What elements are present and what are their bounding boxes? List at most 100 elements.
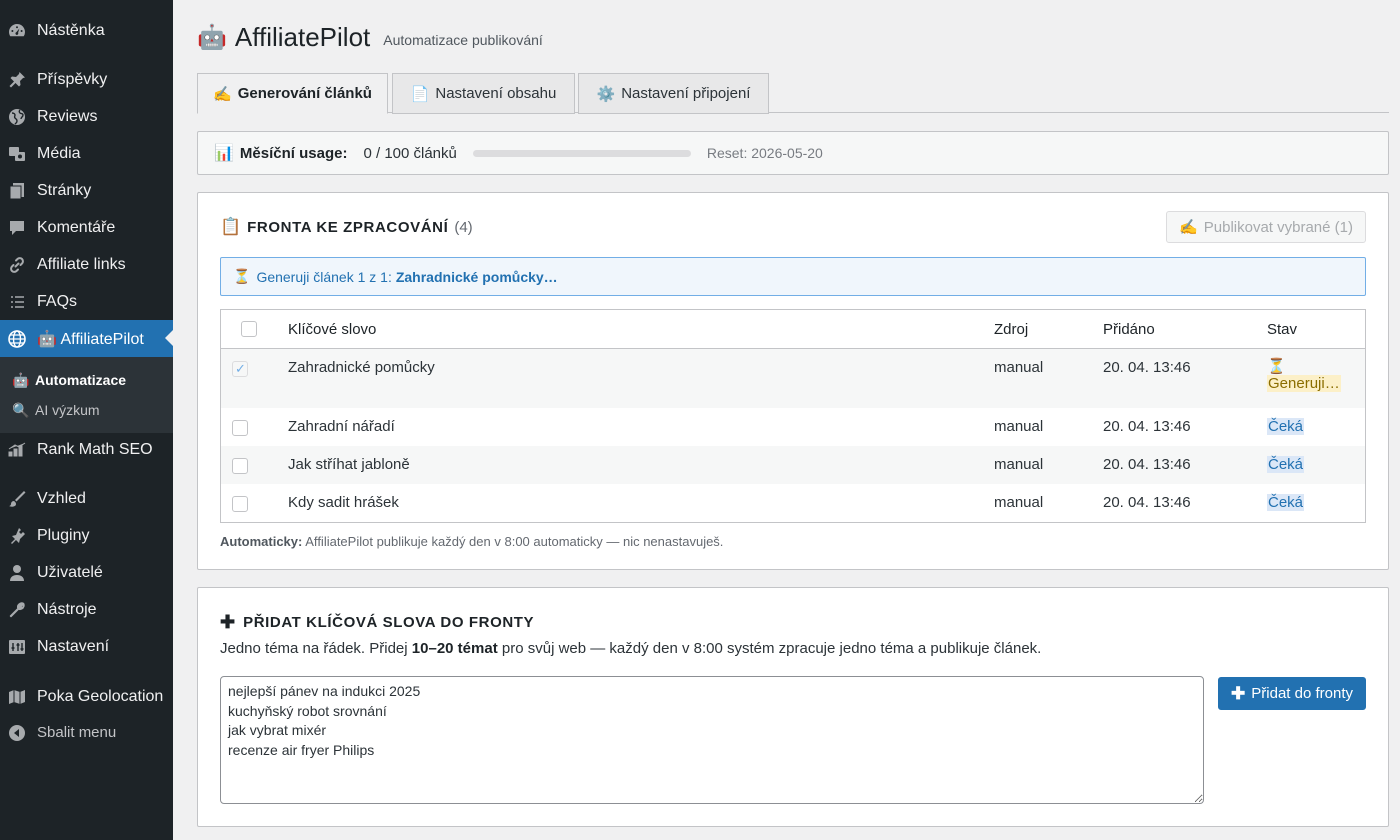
affiliatepilot-submenu: 🤖 Automatizace 🔍 AI výzkum	[0, 357, 173, 433]
keywords-textarea[interactable]: nejlepší pánev na indukci 2025 kuchyňský…	[220, 676, 1204, 804]
tab-nastaveni-pripojeni[interactable]: ⚙️ Nastavení připojení	[578, 73, 769, 114]
media-icon	[6, 143, 28, 165]
menu-item-rank-math[interactable]: Rank Math SEO	[0, 431, 173, 468]
row-source: manual	[994, 494, 1044, 511]
link-icon	[6, 254, 28, 276]
row-source: manual	[994, 456, 1044, 473]
menu-label: Nástěnka	[37, 21, 105, 39]
robot-icon: 🤖	[12, 371, 30, 388]
row-status: ⏳ Generuji…	[1267, 357, 1341, 392]
menu-item-posts[interactable]: Příspěvky	[0, 61, 173, 98]
plugin-icon	[6, 525, 28, 547]
menu-item-plugins[interactable]: Pluginy	[0, 517, 173, 554]
menu-item-dashboard[interactable]: Nástěnka	[0, 12, 173, 49]
document-icon: 📄	[410, 85, 430, 103]
robot-icon: 🤖	[197, 23, 227, 51]
menu-item-pages[interactable]: Stránky	[0, 172, 173, 209]
status-badge: Čeká	[1267, 456, 1305, 473]
menu-label: 🤖 AffiliatePilot	[37, 329, 144, 349]
add-keywords-title: PŘIDAT KLÍČOVÁ SLOVA DO FRONTY	[243, 614, 535, 631]
menu-label: Rank Math SEO	[37, 440, 153, 458]
menu-item-poka-geolocation[interactable]: Poka Geolocation	[0, 678, 173, 715]
menu-label: Nastavení	[37, 637, 110, 655]
row-keyword: Zahradnické pomůcky	[288, 359, 435, 376]
globe-icon	[6, 106, 28, 128]
menu-label: Pluginy	[37, 526, 90, 544]
queue-header: 📋 FRONTA KE ZPRACOVÁNÍ (4)	[220, 217, 473, 237]
table-row: Kdy sadit hrášek manual 20. 04. 13:46 Če…	[221, 484, 1365, 522]
magnifier-icon: 🔍	[12, 401, 30, 418]
automation-note-label: Automaticky:	[220, 534, 303, 549]
row-added: 20. 04. 13:46	[1103, 418, 1191, 435]
menu-label: FAQs	[37, 292, 78, 310]
status-badge: Generuji…	[1267, 375, 1341, 392]
menu-label: Příspěvky	[37, 70, 108, 88]
gear-icon: ⚙️	[596, 85, 616, 103]
table-row: Zahradní nářadí manual 20. 04. 13:46 Ček…	[221, 408, 1365, 446]
row-checkbox[interactable]	[232, 496, 248, 512]
tab-nastaveni-obsahu[interactable]: 📄 Nastavení obsahu	[392, 73, 575, 114]
plus-icon: ✚	[1231, 683, 1246, 703]
row-keyword: Jak stříhat jabloně	[288, 456, 410, 473]
publish-selected-label: Publikovat vybrané (1)	[1203, 218, 1353, 236]
tab-label: Nastavení obsahu	[435, 85, 557, 102]
bar-chart-icon: 📊	[214, 145, 234, 162]
table-row: Jak stříhat jabloně manual 20. 04. 13:46…	[221, 446, 1365, 484]
usage-progress	[472, 149, 691, 157]
generation-notice: ⏳ Generuji článek 1 z 1: Zahradnické pom…	[220, 257, 1366, 296]
submenu-label: Automatizace	[35, 372, 127, 388]
collapse-menu-button[interactable]: Sbalit menu	[0, 714, 173, 751]
row-checkbox[interactable]	[232, 420, 248, 436]
menu-item-reviews[interactable]: Reviews	[0, 98, 173, 135]
desc-post: pro svůj web — každý den v 8:00 systém z…	[501, 640, 1042, 657]
menu-item-settings[interactable]: Nastavení	[0, 628, 173, 665]
menu-item-comments[interactable]: Komentáře	[0, 209, 173, 246]
add-to-queue-button[interactable]: ✚ Přidat do fronty	[1218, 677, 1366, 710]
menu-item-users[interactable]: Uživatelé	[0, 554, 173, 591]
row-source: manual	[994, 418, 1044, 435]
menu-label: Reviews	[37, 107, 98, 125]
menu-label: Média	[37, 144, 81, 162]
menu-item-faqs[interactable]: FAQs	[0, 283, 173, 320]
menu-label-text: AffiliatePilot	[60, 330, 144, 348]
collapse-icon	[6, 722, 28, 744]
tab-generovani-clanku[interactable]: ✍️ Generování článků	[197, 73, 388, 114]
status-badge: Čeká	[1267, 418, 1305, 435]
menu-label: Affiliate links	[37, 255, 126, 273]
submenu-label: AI výzkum	[35, 402, 100, 418]
row-keyword: Kdy sadit hrášek	[288, 494, 399, 511]
menu-item-media[interactable]: Média	[0, 135, 173, 172]
submenu-item-automatizace[interactable]: 🤖 Automatizace	[0, 365, 173, 395]
usage-reset-date: Reset: 2026-05-20	[706, 145, 823, 161]
menu-item-affiliate-links[interactable]: Affiliate links	[0, 246, 173, 283]
wrench-icon	[6, 599, 28, 621]
column-header-keyword: Klíčové slovo	[288, 321, 377, 338]
menu-label: Vzhled	[37, 489, 86, 507]
row-checkbox[interactable]	[232, 361, 248, 377]
publish-selected-button[interactable]: ✍️ Publikovat vybrané (1)	[1166, 211, 1366, 243]
menu-label: Uživatelé	[37, 563, 103, 581]
clipboard-icon: 📋	[220, 217, 242, 236]
globe-icon	[6, 328, 28, 350]
list-icon	[6, 291, 28, 313]
brush-icon	[6, 488, 28, 510]
queue-card: 📋 FRONTA KE ZPRACOVÁNÍ (4) ✍️ Publikovat…	[197, 192, 1389, 570]
pin-icon	[6, 69, 28, 91]
user-icon	[6, 562, 28, 584]
tab-bar: ✍️ Generování článků 📄 Nastavení obsahu …	[197, 73, 1389, 114]
add-keywords-card: ✚ PŘIDAT KLÍČOVÁ SLOVA DO FRONTY Jedno t…	[197, 587, 1389, 827]
menu-item-affiliatepilot[interactable]: 🤖 AffiliatePilot	[0, 320, 173, 357]
menu-label: Sbalit menu	[37, 724, 117, 741]
menu-item-tools[interactable]: Nástroje	[0, 591, 173, 628]
select-all-checkbox[interactable]	[241, 321, 257, 337]
pages-icon	[6, 180, 28, 202]
desc-strong: 10–20 témat	[411, 640, 498, 657]
menu-item-appearance[interactable]: Vzhled	[0, 480, 173, 517]
page-title: AffiliatePilot	[234, 21, 371, 52]
submenu-item-ai-vyzkum[interactable]: 🔍 AI výzkum	[0, 395, 173, 425]
dashboard-icon	[6, 20, 28, 42]
table-header: Klíčové slovo Zdroj Přidáno Stav	[221, 310, 1365, 349]
settings-icon	[6, 636, 28, 658]
row-checkbox[interactable]	[232, 458, 248, 474]
notice-keyword: Zahradnické pomůcky…	[395, 268, 558, 285]
